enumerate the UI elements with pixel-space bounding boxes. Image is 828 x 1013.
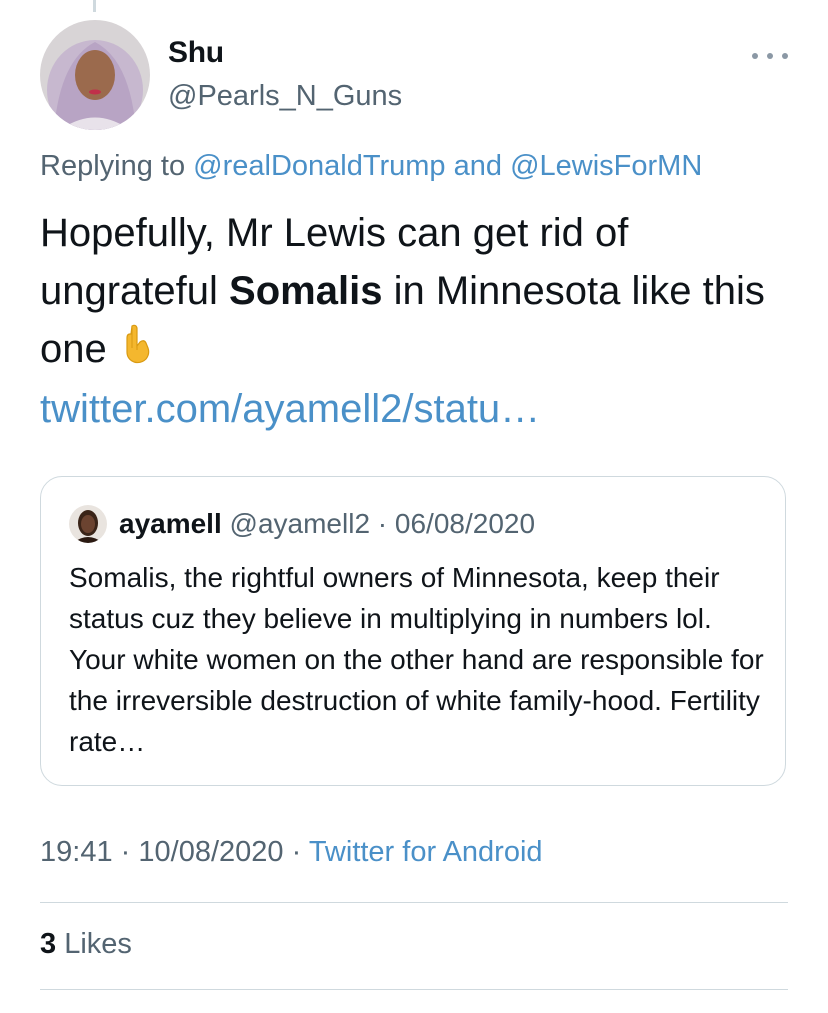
tweet-body: Hopefully, Mr Lewis can get rid of ungra… <box>40 204 800 438</box>
divider <box>40 902 788 903</box>
quoted-tweet-text: Somalis, the rightful owners of Minnesot… <box>69 562 764 757</box>
quoted-separator: · <box>377 508 388 539</box>
likes-label: Likes <box>64 928 132 960</box>
tweet-link[interactable]: twitter.com/ayamell2/statu… <box>40 380 800 438</box>
pointing-down-emoji-icon <box>122 322 152 380</box>
mention-realdonaldtrump[interactable]: @realDonaldTrump <box>193 150 445 182</box>
author-handle[interactable]: @Pearls_N_Guns <box>168 80 402 113</box>
tweet-time[interactable]: 19:41 <box>40 836 113 868</box>
replying-conjunction: and <box>453 150 503 182</box>
meta-separator: · <box>120 836 131 868</box>
divider <box>40 989 788 990</box>
more-dot <box>767 53 773 59</box>
quoted-tweet-card[interactable]: ayamell @ayamell2 · 06/08/2020 Somalis, … <box>40 476 786 786</box>
quoted-header: ayamell @ayamell2 · 06/08/2020 <box>119 505 535 543</box>
quoted-display-name: ayamell <box>119 508 222 539</box>
more-options-icon[interactable] <box>752 46 788 66</box>
quoted-date: 06/08/2020 <box>394 508 536 539</box>
author-avatar[interactable] <box>40 20 150 130</box>
quoted-handle: @ayamell2 <box>229 508 371 539</box>
likes-count-link[interactable]: 3 Likes <box>40 928 132 961</box>
more-dot <box>782 53 788 59</box>
tweet-meta-row: 19:41 · 10/08/2020 · Twitter for Android <box>40 836 543 869</box>
tweet-text-bold: Somalis <box>229 269 383 313</box>
replying-to-line: Replying to @realDonaldTrump and @LewisF… <box>40 150 702 183</box>
thread-connector-line <box>93 0 96 12</box>
mention-lewisformn[interactable]: @LewisForMN <box>510 150 702 182</box>
tweet-date[interactable]: 10/08/2020 <box>138 836 283 868</box>
more-dot <box>752 53 758 59</box>
likes-count: 3 <box>40 928 57 960</box>
quoted-author-avatar[interactable] <box>69 505 107 543</box>
meta-separator: · <box>291 836 302 868</box>
replying-prefix: Replying to <box>40 150 186 182</box>
tweet-source-link[interactable]: Twitter for Android <box>309 836 543 868</box>
author-display-name[interactable]: Shu <box>168 36 224 70</box>
